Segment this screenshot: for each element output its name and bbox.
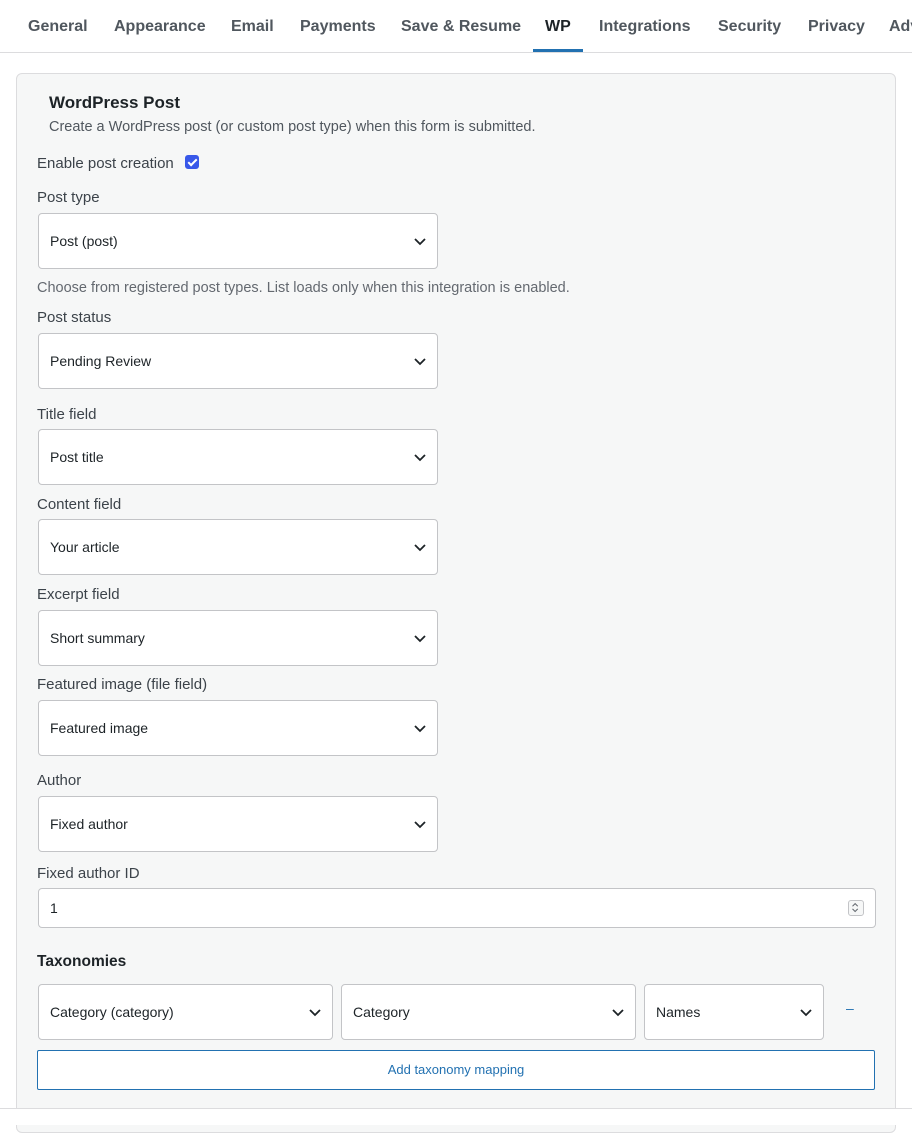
title-field-value: Post title — [50, 449, 104, 465]
tab-save-resume[interactable]: Save & Resume — [401, 0, 521, 52]
taxonomy-value: Category (category) — [50, 1004, 174, 1020]
tab-email[interactable]: Email — [231, 0, 274, 52]
post-type-value: Post (post) — [50, 233, 118, 249]
title-field-label: Title field — [37, 406, 97, 423]
chevron-down-icon — [414, 238, 426, 246]
post-type-select[interactable]: Post (post) — [38, 213, 438, 269]
post-type-help: Choose from registered post types. List … — [37, 280, 570, 296]
title-field-select[interactable]: Post title — [38, 429, 438, 485]
taxonomy-field-select[interactable]: Category — [341, 984, 636, 1040]
author-select[interactable]: Fixed author — [38, 796, 438, 852]
excerpt-field-value: Short summary — [50, 630, 145, 646]
section-title: WordPress Post — [49, 93, 181, 112]
tab-appearance[interactable]: Appearance — [114, 0, 206, 52]
featured-image-label: Featured image (file field) — [37, 676, 208, 693]
footer-area — [0, 1109, 912, 1125]
tab-wp[interactable]: WP — [533, 0, 583, 52]
remove-taxonomy-button[interactable]: – — [846, 1000, 854, 1016]
spinner-arrows-icon — [852, 902, 859, 913]
chevron-down-icon — [414, 821, 426, 829]
excerpt-field-select[interactable]: Short summary — [38, 610, 438, 666]
add-taxonomy-mapping-button[interactable]: Add taxonomy mapping — [37, 1050, 875, 1090]
enable-post-creation-checkbox[interactable] — [185, 155, 199, 169]
author-label: Author — [37, 772, 82, 789]
chevron-down-icon — [414, 454, 426, 462]
excerpt-field-label: Excerpt field — [37, 586, 120, 603]
chevron-down-icon — [414, 358, 426, 366]
post-type-label: Post type — [37, 189, 100, 206]
tab-integrations[interactable]: Integrations — [599, 0, 691, 52]
tab-privacy[interactable]: Privacy — [808, 0, 865, 52]
content-field-label: Content field — [37, 496, 122, 513]
post-status-select[interactable]: Pending Review — [38, 333, 438, 389]
taxonomy-mode-value: Names — [656, 1004, 701, 1020]
taxonomy-field-value: Category — [353, 1004, 410, 1020]
featured-image-value: Featured image — [50, 720, 149, 736]
taxonomy-mode-select[interactable]: Names — [644, 984, 824, 1040]
enable-post-creation-label: Enable post creation — [37, 155, 174, 172]
section-description: Create a WordPress post (or custom post … — [49, 119, 536, 135]
tab-general[interactable]: General — [28, 0, 88, 52]
number-spinner[interactable] — [848, 900, 864, 916]
chevron-down-icon — [414, 544, 426, 552]
settings-tabs: General Appearance Email Payments Save &… — [0, 0, 912, 53]
fixed-author-id-input[interactable]: 1 — [38, 888, 876, 928]
chevron-down-icon — [309, 1009, 321, 1017]
chevron-down-icon — [414, 725, 426, 733]
chevron-down-icon — [800, 1009, 812, 1017]
featured-image-select[interactable]: Featured image — [38, 700, 438, 756]
post-status-value: Pending Review — [50, 353, 152, 369]
tab-payments[interactable]: Payments — [300, 0, 376, 52]
fixed-author-id-value: 1 — [50, 900, 58, 916]
tab-advanced[interactable]: Advanced — [889, 0, 912, 52]
taxonomy-select[interactable]: Category (category) — [38, 984, 333, 1040]
content-field-select[interactable]: Your article — [38, 519, 438, 575]
tab-security[interactable]: Security — [718, 0, 781, 52]
content-field-value: Your article — [50, 539, 120, 555]
fixed-author-id-label: Fixed author ID — [37, 865, 140, 882]
post-status-label: Post status — [37, 309, 112, 326]
chevron-down-icon — [414, 635, 426, 643]
taxonomies-title: Taxonomies — [37, 953, 127, 970]
chevron-down-icon — [612, 1009, 624, 1017]
author-value: Fixed author — [50, 816, 128, 832]
